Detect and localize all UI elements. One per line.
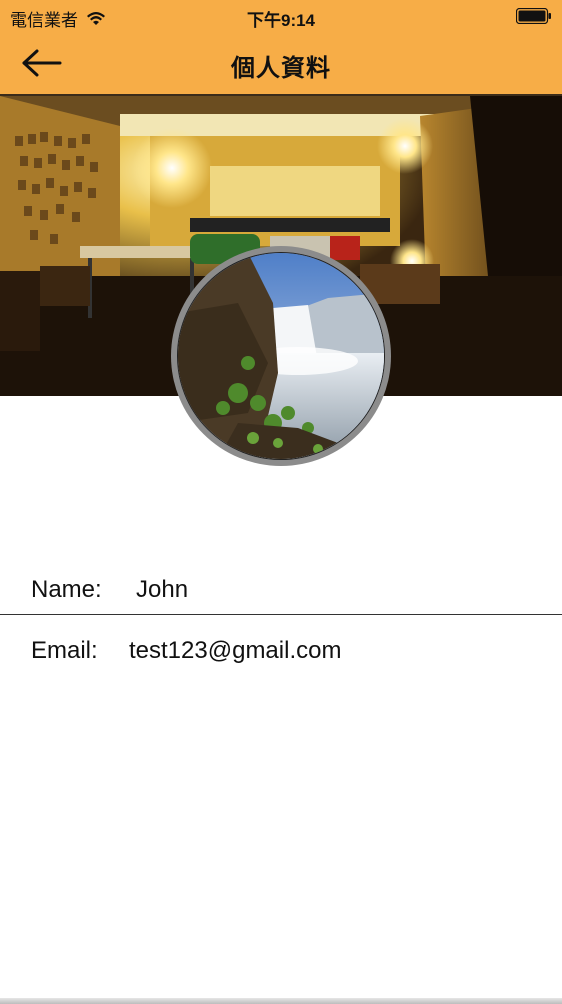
email-row: Email: test123@gmail.com [0,637,562,675]
nav-bar: 個人資料 [0,34,562,96]
status-bar: 電信業者 下午9:14 [0,0,562,34]
page-title: 個人資料 [231,55,331,82]
email-label: Email: [31,637,98,664]
name-value: John [136,576,189,603]
avatar[interactable] [171,246,391,466]
name-label: Name: [31,576,102,603]
bottom-edge [0,998,562,1004]
name-row: Name: John [0,576,562,615]
avatar-image [177,252,385,460]
battery-icon [516,8,551,24]
status-time: 下午9:14 [246,11,316,30]
email-value: test123@gmail.com [129,637,342,664]
